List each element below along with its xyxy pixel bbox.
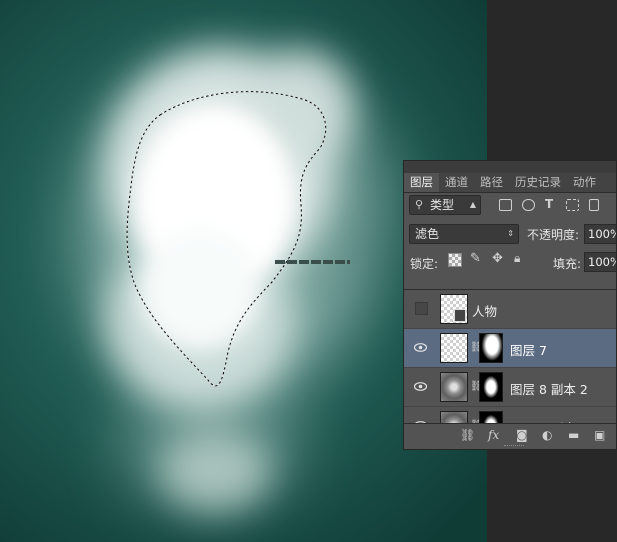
fx-icon[interactable]: fx bbox=[488, 428, 499, 442]
tab-actions[interactable]: 动作 bbox=[567, 173, 602, 192]
tab-layers[interactable]: 图层 bbox=[404, 173, 439, 192]
layer-thumbnail bbox=[440, 294, 468, 324]
panel-tabs: 图层 通道 路径 历史记录 动作 bbox=[404, 173, 616, 193]
layer-name[interactable]: 人物 bbox=[472, 301, 497, 320]
layer-row-layer7[interactable]: ⛓ 图层 7 bbox=[404, 329, 616, 368]
type-filter-icon[interactable]: T bbox=[545, 197, 553, 211]
search-icon: ⚲ bbox=[415, 198, 424, 211]
layer-mask-thumbnail[interactable] bbox=[479, 333, 503, 363]
layer-row-person[interactable]: 人物 bbox=[404, 290, 616, 329]
tab-history[interactable]: 历史记录 bbox=[509, 173, 567, 192]
pixel-filter-icon[interactable] bbox=[499, 199, 512, 211]
smart-object-filter-icon[interactable] bbox=[589, 199, 599, 211]
add-mask-icon[interactable]: ◙ bbox=[516, 428, 528, 442]
new-layer-icon[interactable]: ▣ bbox=[594, 428, 605, 442]
shape-filter-icon[interactable] bbox=[566, 199, 579, 211]
panel-resize-handle[interactable] bbox=[504, 445, 524, 448]
layer-name[interactable]: 图层 8 副本 2 bbox=[510, 379, 588, 398]
layers-list: 人物 ⛓ 图层 7 ⛓ 图层 8 副本 2 bbox=[404, 289, 616, 446]
lock-label: 锁定: bbox=[410, 257, 439, 271]
fill-label: 填充: bbox=[553, 257, 582, 271]
adjustment-filter-icon[interactable] bbox=[522, 199, 535, 211]
opacity-label: 不透明度: bbox=[527, 228, 580, 242]
tab-channels[interactable]: 通道 bbox=[439, 173, 474, 192]
visibility-toggle-off[interactable] bbox=[415, 302, 428, 315]
layer-filter-select[interactable]: ⚲ 类型 ▲ bbox=[409, 195, 481, 215]
link-icon[interactable]: ⛓ bbox=[460, 428, 475, 442]
layers-panel[interactable]: 图层 通道 路径 历史记录 动作 ⚲ 类型 ▲ T 滤色 ⇕ 不透明度: 100… bbox=[403, 160, 617, 450]
smart-object-badge-icon bbox=[454, 309, 466, 322]
layer-name[interactable]: 图层 7 bbox=[510, 340, 547, 359]
blend-mode-select[interactable]: 滤色 ⇕ bbox=[409, 224, 519, 244]
layer-row-layer8-copy2[interactable]: ⛓ 图层 8 副本 2 bbox=[404, 368, 616, 407]
panel-title-bar[interactable] bbox=[404, 161, 616, 173]
lock-paint-brush-icon[interactable]: ✎ bbox=[470, 251, 481, 266]
blend-mode-value: 滤色 bbox=[415, 227, 440, 241]
tab-paths[interactable]: 路径 bbox=[474, 173, 509, 192]
layer-thumbnail bbox=[440, 372, 468, 402]
layer-thumbnail bbox=[440, 333, 468, 363]
eye-icon[interactable] bbox=[414, 342, 427, 353]
layer-mask-thumbnail[interactable] bbox=[479, 372, 503, 402]
lock-transparency-icon[interactable] bbox=[448, 253, 462, 267]
fill-field[interactable]: 100% bbox=[584, 252, 616, 272]
eye-icon[interactable] bbox=[414, 381, 427, 392]
chevron-updown-icon: ▲ bbox=[469, 200, 476, 209]
adjustment-icon[interactable]: ◐ bbox=[542, 428, 552, 442]
folder-icon[interactable]: ▬ bbox=[568, 428, 579, 442]
opacity-field[interactable]: 100% bbox=[584, 224, 616, 244]
lock-all-icon[interactable]: 🔒︎ bbox=[514, 251, 520, 266]
lock-position-move-icon[interactable]: ✥ bbox=[492, 251, 503, 266]
chevron-updown-icon: ⇕ bbox=[507, 229, 514, 238]
